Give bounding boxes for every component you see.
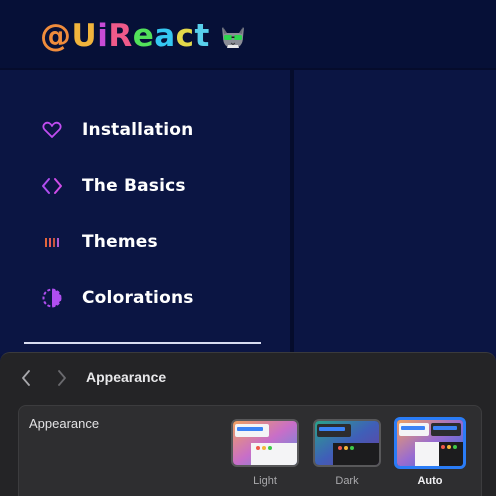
logo-char: @	[40, 18, 72, 54]
half-circle-contrast-icon	[40, 286, 64, 310]
appearance-settings-panel: Appearance Appearance Light Dark Auto	[0, 352, 496, 496]
auto-theme-thumbnail	[394, 417, 466, 469]
appearance-section-label: Appearance	[29, 416, 100, 431]
heart-icon	[40, 118, 64, 142]
back-button[interactable]	[16, 367, 36, 389]
logo-char: t	[194, 18, 210, 54]
appearance-option-auto[interactable]: Auto	[394, 417, 466, 487]
appearance-section: Appearance Light Dark Auto	[18, 405, 482, 496]
logo-char: i	[97, 18, 109, 54]
cat-with-sunglasses-icon	[221, 27, 244, 48]
panel-toolbar: Appearance	[0, 353, 496, 403]
sidebar-divider-line	[24, 342, 261, 344]
sidebar-item-label: The Basics	[82, 176, 186, 196]
logo[interactable]: @UiReact	[40, 14, 248, 58]
sidebar-item-label: Colorations	[82, 288, 194, 308]
palette-bars-icon	[40, 230, 64, 254]
chevron-right-icon	[58, 370, 66, 386]
main-content	[294, 70, 496, 354]
light-theme-thumbnail	[231, 419, 299, 467]
appearance-option-label: Auto	[417, 475, 443, 487]
logo-char: e	[132, 18, 155, 54]
sidebar-item-colorations[interactable]: Colorations	[40, 284, 194, 312]
sidebar-item-installation[interactable]: Installation	[40, 116, 193, 144]
appearance-option-label: Light	[253, 475, 277, 487]
appearance-option-light[interactable]: Light	[231, 419, 303, 487]
logo-char: a	[154, 18, 176, 54]
sidebar-item-the-basics[interactable]: The Basics	[40, 172, 186, 200]
dark-theme-thumbnail	[313, 419, 381, 467]
app-header: @UiReact	[0, 0, 496, 70]
logo-char: c	[175, 18, 195, 54]
logo-char: R	[108, 18, 133, 54]
logo-text: @UiReact	[40, 18, 210, 54]
chevron-left-icon	[22, 370, 30, 386]
panel-title: Appearance	[86, 369, 167, 385]
code-brackets-icon	[40, 174, 64, 198]
sidebar-item-themes[interactable]: Themes	[40, 228, 158, 256]
logo-char: U	[71, 18, 98, 54]
appearance-option-dark[interactable]: Dark	[313, 419, 385, 487]
forward-button[interactable]	[52, 367, 72, 389]
sidebar-item-label: Themes	[82, 232, 158, 252]
sidebar-item-label: Installation	[82, 120, 194, 140]
appearance-option-label: Dark	[335, 475, 359, 487]
